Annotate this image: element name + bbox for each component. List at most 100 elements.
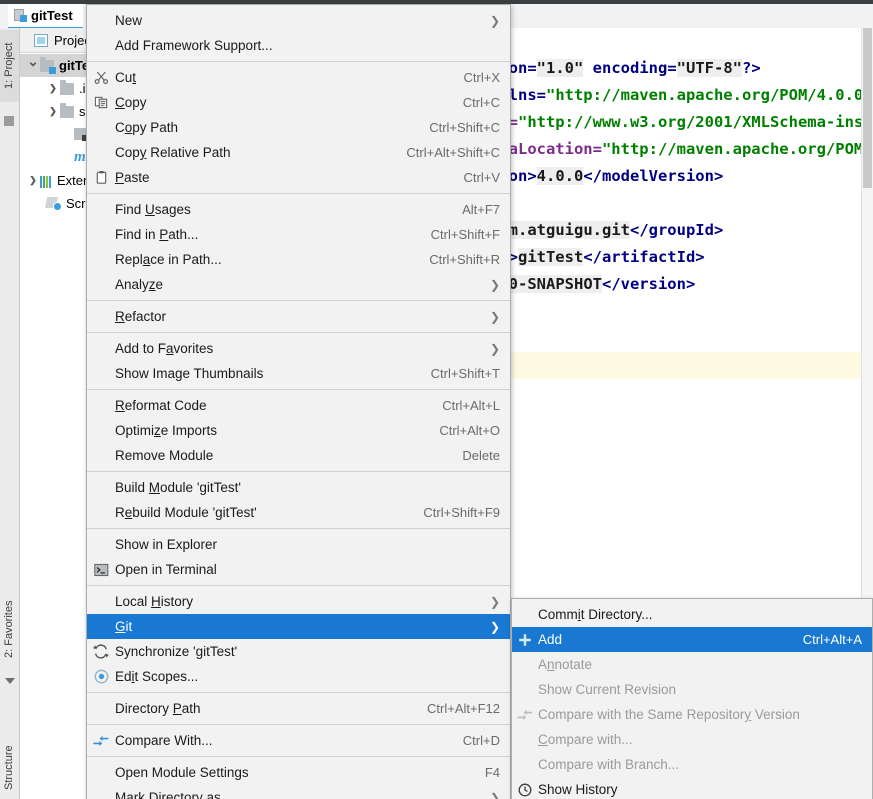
menu-item-shortcut: Ctrl+Shift+F <box>430 227 500 242</box>
menu-item-shortcut: Ctrl+D <box>462 733 500 748</box>
menu-item-icon-slot <box>512 708 538 722</box>
code-token: </artifactId> <box>583 248 705 266</box>
code-token: "http://maven.apache.org/POM/4.0.0" <box>601 140 873 158</box>
menu-item-label: Remove Module <box>115 448 214 463</box>
menu-separator <box>87 193 510 194</box>
menu-separator <box>87 300 510 301</box>
code-token: 4.0.0 <box>536 167 584 185</box>
context-menu-item-cut[interactable]: Cut Ctrl+X <box>87 65 510 90</box>
menu-item-label: Show in Explorer <box>115 537 218 552</box>
menu-item-label: Find Usages <box>115 202 191 217</box>
menu-item-label: Build Module 'gitTest' <box>115 480 241 495</box>
scopes-icon <box>94 669 109 684</box>
menu-item-label: Copy Path <box>115 120 179 135</box>
menu-item-label: Find in Path... <box>115 227 199 242</box>
tool-tab-favorites[interactable]: 2: Favorites <box>0 588 19 670</box>
editor-tab-gittest[interactable]: gitTest <box>8 4 83 29</box>
menu-item-label: New <box>115 13 143 28</box>
compare-icon-dim <box>517 708 533 722</box>
context-menu-item-compare-with[interactable]: Compare With... Ctrl+D <box>87 728 510 753</box>
context-menu-item-replace-in-path[interactable]: Replace in Path... Ctrl+Shift+R <box>87 247 510 272</box>
menu-item-label: Local History <box>115 594 194 609</box>
collapse-arrow-icon[interactable] <box>5 678 15 684</box>
menu-separator <box>87 724 510 725</box>
git-submenu[interactable]: Commit Directory... Add Ctrl+Alt+A Annotat… <box>511 598 873 799</box>
editor-line: xsi:schemaLocation="http://maven.apache.… <box>501 136 873 163</box>
menu-item-label: Compare with the Same Repository Version <box>538 707 800 722</box>
submenu-arrow-icon: ❯ <box>489 309 500 324</box>
menu-item-label: Compare with... <box>538 732 633 747</box>
menu-item-label: Show Current Revision <box>538 682 677 697</box>
terminal-icon <box>93 563 109 577</box>
menu-item-icon-slot <box>512 783 538 797</box>
libraries-icon <box>40 173 52 188</box>
context-menu-item-find-in-path[interactable]: Find in Path... Ctrl+Shift+F <box>87 222 510 247</box>
source-folder-icon <box>60 102 74 118</box>
context-menu-item-edit-scopes[interactable]: Edit Scopes... <box>87 664 510 689</box>
code-token: ?> <box>741 59 761 77</box>
context-menu-item-refactor[interactable]: Refactor ❯ <box>87 304 510 329</box>
context-menu-item-reformat-code[interactable]: Reformat Code Ctrl+Alt+L <box>87 393 510 418</box>
code-token: 1.0-SNAPSHOT <box>501 275 602 293</box>
chevron-right-icon[interactable] <box>46 83 60 94</box>
menu-separator <box>87 332 510 333</box>
context-menu-item-copy-relative-path[interactable]: Copy Relative Path Ctrl+Alt+Shift+C <box>87 140 510 165</box>
menu-separator <box>87 389 510 390</box>
git-submenu-item-add[interactable]: Add Ctrl+Alt+A <box>512 627 872 652</box>
menu-item-shortcut: Ctrl+Shift+R <box>429 252 500 267</box>
context-menu-item-directory-path[interactable]: Directory Path Ctrl+Alt+F12 <box>87 696 510 721</box>
menu-item-icon-slot <box>87 95 115 110</box>
menu-item-label: Refactor <box>115 309 167 324</box>
context-menu-item-remove-module[interactable]: Remove Module Delete <box>87 443 510 468</box>
menu-item-icon-slot <box>512 633 538 647</box>
menu-separator <box>87 585 510 586</box>
tool-tab-structure[interactable]: Structure <box>0 728 19 799</box>
context-menu-item-show-image-thumbnails[interactable]: Show Image Thumbnails Ctrl+Shift+T <box>87 361 510 386</box>
menu-item-label: Rebuild Module 'gitTest' <box>115 505 257 520</box>
maven-file-icon: m <box>74 149 86 165</box>
context-menu-item-analyze[interactable]: Analyze ❯ <box>87 272 510 297</box>
menu-item-label: Show History <box>538 782 618 797</box>
context-menu-item-git[interactable]: Git ❯ <box>87 614 510 639</box>
menu-item-label: Add <box>538 632 563 647</box>
context-menu-item-find-usages[interactable]: Find Usages Alt+F7 <box>87 197 510 222</box>
context-menu[interactable]: New ❯ Add Framework Support... Cut Ctrl+X C… <box>86 4 511 799</box>
menu-separator <box>87 528 510 529</box>
editor-line: xmlns:xsi="http://www.w3.org/2001/XMLSch… <box>501 109 873 136</box>
menu-item-label: Compare with Branch... <box>538 757 680 772</box>
scratches-icon <box>45 197 62 211</box>
chevron-right-icon[interactable] <box>26 175 40 186</box>
tool-tab-project[interactable]: 1: Project <box>0 30 19 102</box>
context-menu-item-add-to-favorites[interactable]: Add to Favorites ❯ <box>87 336 510 361</box>
context-menu-item-add-framework-support[interactable]: Add Framework Support... <box>87 33 510 58</box>
context-menu-item-local-history[interactable]: Local History ❯ <box>87 589 510 614</box>
context-menu-item-copy-path[interactable]: Copy Path Ctrl+Shift+C <box>87 115 510 140</box>
git-submenu-item-commit-directory[interactable]: Commit Directory... <box>512 602 872 627</box>
git-submenu-item-show-history[interactable]: Show History <box>512 777 872 799</box>
context-menu-item-rebuild-module-gittest[interactable]: Rebuild Module 'gitTest' Ctrl+Shift+F9 <box>87 500 510 525</box>
context-menu-item-show-in-explorer[interactable]: Show in Explorer <box>87 532 510 557</box>
code-token: xsi:schemaLocation= <box>501 140 602 158</box>
context-menu-item-new[interactable]: New ❯ <box>87 8 510 33</box>
context-menu-item-optimize-imports[interactable]: Optimize Imports Ctrl+Alt+O <box>87 418 510 443</box>
context-menu-item-open-module-settings[interactable]: Open Module Settings F4 <box>87 760 510 785</box>
menu-item-icon-slot <box>87 70 115 85</box>
context-menu-item-mark-directory-as[interactable]: Mark Directory as ❯ <box>87 785 510 799</box>
chevron-down-icon[interactable] <box>26 57 40 74</box>
context-menu-item-paste[interactable]: Paste Ctrl+V <box>87 165 510 190</box>
chevron-right-icon[interactable] <box>46 106 60 117</box>
editor-line: <modelVersion>4.0.0</modelVersion> <box>501 163 873 190</box>
menu-item-label: Git <box>115 619 133 634</box>
menu-separator <box>87 61 510 62</box>
menu-item-shortcut: Ctrl+X <box>463 70 500 85</box>
menu-item-icon-slot <box>87 644 115 659</box>
context-menu-item-copy[interactable]: Copy Ctrl+C <box>87 90 510 115</box>
context-menu-item-build-module-gittest[interactable]: Build Module 'gitTest' <box>87 475 510 500</box>
context-menu-item-open-in-terminal[interactable]: Open in Terminal <box>87 557 510 582</box>
maven-module-icon <box>14 9 27 22</box>
menu-item-shortcut: Ctrl+Alt+Shift+C <box>406 145 500 160</box>
tool-strip-marker <box>4 116 14 126</box>
editor-scrollbar-thumb[interactable] <box>863 28 872 188</box>
context-menu-item-synchronize-gittest[interactable]: Synchronize 'gitTest' <box>87 639 510 664</box>
